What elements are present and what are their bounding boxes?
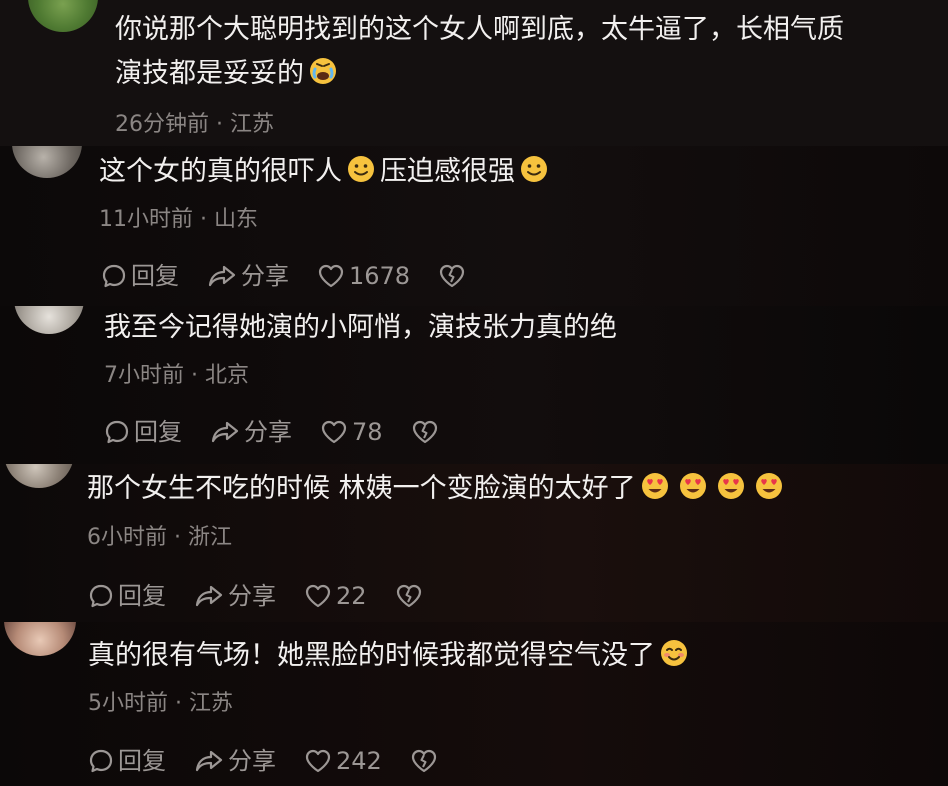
comment-text-segment: 这个女的真的很吓人 [99,156,342,187]
avatar[interactable] [12,146,82,178]
share-button[interactable]: 分享 [207,261,289,291]
like-count: 22 [336,582,367,610]
comment-text-line: 演技都是妥妥的 [115,52,342,96]
comment-item: 这个女的真的很吓人 压迫感很强 11小时前 · 山东 回复 分享 1678 [0,146,948,306]
like-button[interactable]: 78 [320,417,383,447]
reply-button[interactable]: 回复 [88,581,166,611]
share-label: 分享 [228,747,276,775]
share-label: 分享 [244,418,292,446]
reply-label: 回复 [131,262,179,290]
comment-text-line: 这个女的真的很吓人 压迫感很强 [99,150,553,194]
dislike-button[interactable] [411,419,443,445]
like-count: 78 [352,418,383,446]
heart-outline-icon [318,264,344,288]
like-button[interactable]: 242 [304,746,382,776]
reply-button[interactable]: 回复 [88,746,166,776]
share-label: 分享 [228,582,276,610]
dislike-button[interactable] [438,263,470,289]
comment-bubble-icon [89,749,113,773]
like-count: 242 [336,747,382,775]
comment-text-segment: 压迫感很强 [380,156,515,187]
smile-emoji-icon [521,156,547,182]
heart-outline-icon [305,749,331,773]
heart-eyes-emoji-icon [679,473,706,499]
comment-text-line: 真的很有气场！她黑脸的时候我都觉得空气没了 [88,634,693,678]
comment-text-segment: 演技都是妥妥的 [115,58,304,89]
comment-meta: 7小时前 · 北京 [104,363,249,388]
comment-bubble-icon [102,264,126,288]
comment-text-segment: 那个女生不吃的时候 林姨一个变脸演的太好了 [87,473,636,504]
heart-outline-icon [321,420,347,444]
like-count: 1678 [349,262,411,290]
blush-emoji-icon [661,640,687,666]
heart-eyes-emoji-icon [641,473,668,499]
reply-button[interactable]: 回复 [104,417,182,447]
comment-item: 你说那个大聪明找到的这个女人啊到底，太牛逼了，长相气质 演技都是妥妥的 26分钟… [0,0,948,146]
comment-item: 真的很有气场！她黑脸的时候我都觉得空气没了 5小时前 · 江苏 回复 分享 24… [0,622,948,786]
comment-item: 我至今记得她演的小阿悄，演技张力真的绝 7小时前 · 北京 回复 分享 78 [0,306,948,464]
heart-eyes-emoji-icon [755,473,782,499]
avatar[interactable] [14,306,84,334]
comment-text-line: 我至今记得她演的小阿悄，演技张力真的绝 [104,312,617,343]
smile-emoji-icon [348,156,374,182]
share-arrow-icon [208,265,236,287]
comment-actions: 回复 分享 22 [88,581,455,611]
share-arrow-icon [195,750,223,772]
share-arrow-icon [211,421,239,443]
like-button[interactable]: 22 [304,581,367,611]
broken-heart-icon [411,749,436,773]
reply-label: 回复 [118,582,166,610]
comment-meta: 6小时前 · 浙江 [87,525,232,550]
broken-heart-icon [412,420,437,444]
like-button[interactable]: 1678 [317,261,410,291]
avatar[interactable] [4,622,76,656]
comment-actions: 回复 分享 242 [88,746,470,776]
comment-actions: 回复 分享 1678 [101,261,498,291]
share-button[interactable]: 分享 [210,417,292,447]
comment-bubble-icon [89,584,113,608]
share-button[interactable]: 分享 [194,581,276,611]
comment-item: 那个女生不吃的时候 林姨一个变脸演的太好了 6小时前 · 浙江 回复 分享 22 [0,464,948,622]
comment-bubble-icon [105,420,129,444]
broken-heart-icon [396,584,421,608]
comment-meta: 11小时前 · 山东 [99,207,258,232]
sweat-cry-emoji-icon [310,58,336,84]
share-button[interactable]: 分享 [194,746,276,776]
heart-eyes-emoji-icon [717,473,744,499]
reply-label: 回复 [134,418,182,446]
reply-label: 回复 [118,747,166,775]
avatar[interactable] [4,464,74,488]
comment-feed: 你说那个大聪明找到的这个女人啊到底，太牛逼了，长相气质 演技都是妥妥的 26分钟… [0,0,948,786]
share-arrow-icon [195,585,223,607]
comment-text-line: 你说那个大聪明找到的这个女人啊到底，太牛逼了，长相气质 [115,14,844,45]
broken-heart-icon [439,264,465,288]
avatar[interactable] [28,0,98,32]
comment-actions: 回复 分享 78 [104,417,471,447]
comment-text-line: 那个女生不吃的时候 林姨一个变脸演的太好了 [87,467,788,511]
heart-outline-icon [305,584,331,608]
dislike-button[interactable] [395,583,427,609]
share-label: 分享 [241,262,289,290]
dislike-button[interactable] [410,748,442,774]
comment-meta: 5小时前 · 江苏 [88,691,233,716]
reply-button[interactable]: 回复 [101,261,179,291]
comment-meta: 26分钟前 · 江苏 [115,112,274,137]
comment-text-segment: 真的很有气场！她黑脸的时候我都觉得空气没了 [88,640,655,671]
